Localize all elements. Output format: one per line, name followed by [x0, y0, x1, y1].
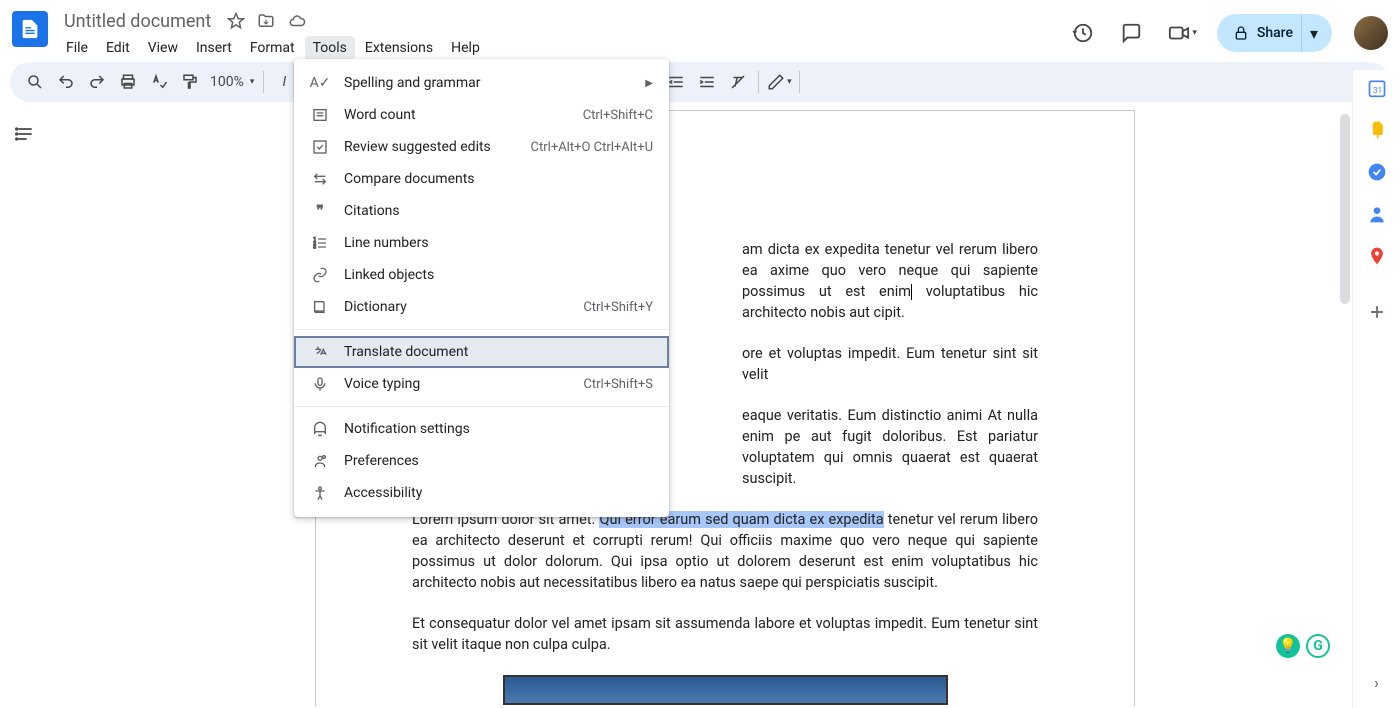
maps-icon[interactable]	[1367, 246, 1387, 266]
spellcheck-icon[interactable]	[144, 67, 174, 97]
line-numbers-icon: 123	[310, 235, 330, 251]
menu-file[interactable]: File	[58, 36, 96, 60]
meet-icon[interactable]	[1162, 16, 1203, 50]
history-icon[interactable]	[1066, 16, 1100, 50]
tools-citations[interactable]: ❞ Citations	[294, 195, 669, 227]
user-avatar[interactable]	[1354, 16, 1388, 50]
scrollbar[interactable]	[1340, 114, 1350, 304]
translate-icon	[310, 344, 330, 360]
grammarly-suggestion-icon[interactable]: 💡	[1276, 634, 1300, 658]
tools-preferences[interactable]: Preferences	[294, 445, 669, 477]
contacts-icon[interactable]	[1367, 204, 1387, 224]
review-icon	[310, 139, 330, 155]
accessibility-icon	[310, 485, 330, 501]
tools-accessibility[interactable]: Accessibility	[294, 477, 669, 509]
menu-bar: File Edit View Insert Format Tools Exten…	[58, 36, 1066, 60]
notification-icon	[310, 421, 330, 437]
zoom-select[interactable]: 100%	[206, 74, 258, 90]
compare-icon	[310, 171, 330, 187]
tools-line-numbers[interactable]: 123 Line numbers	[294, 227, 669, 259]
paint-format-icon[interactable]	[175, 67, 205, 97]
menu-format[interactable]: Format	[242, 36, 303, 60]
grammarly-icon[interactable]: G	[1306, 634, 1330, 658]
dictionary-icon	[310, 299, 330, 315]
tools-linked[interactable]: Linked objects	[294, 259, 669, 291]
menu-insert[interactable]: Insert	[188, 36, 240, 60]
spelling-icon: A✓	[310, 75, 330, 91]
tools-review[interactable]: Review suggested edits Ctrl+Alt+O Ctrl+A…	[294, 131, 669, 163]
tools-word-count[interactable]: Word count Ctrl+Shift+C	[294, 99, 669, 131]
submenu-arrow-icon: ▶	[645, 78, 653, 89]
tools-notification[interactable]: Notification settings	[294, 413, 669, 445]
svg-text:31: 31	[1372, 86, 1381, 96]
citations-icon: ❞	[310, 203, 330, 219]
menu-help[interactable]: Help	[443, 36, 488, 60]
side-panel: 31 ›	[1352, 70, 1400, 708]
move-icon[interactable]	[257, 12, 275, 30]
lock-icon	[1233, 25, 1249, 41]
comments-icon[interactable]	[1114, 16, 1148, 50]
preferences-icon	[310, 453, 330, 469]
docs-logo-icon[interactable]	[12, 11, 48, 47]
menu-tools[interactable]: Tools	[305, 36, 355, 60]
zoom-value: 100%	[210, 74, 244, 90]
body-paragraph[interactable]: Et consequatur dolor vel amet ipsam sit …	[412, 613, 1038, 655]
embedded-image[interactable]	[503, 675, 948, 705]
star-icon[interactable]	[227, 12, 245, 30]
cloud-status-icon[interactable]	[287, 12, 307, 30]
header: Untitled document File Edit View Insert …	[0, 0, 1400, 60]
menu-view[interactable]: View	[140, 36, 186, 60]
toolbar: 100% I U A 123	[10, 62, 1390, 102]
menu-extensions[interactable]: Extensions	[357, 36, 441, 60]
tools-dictionary[interactable]: Dictionary Ctrl+Shift+Y	[294, 291, 669, 323]
edit-mode-icon[interactable]	[764, 67, 794, 97]
outline-icon[interactable]	[15, 124, 35, 706]
svg-text:3: 3	[313, 244, 316, 250]
print-icon[interactable]	[113, 67, 143, 97]
tasks-icon[interactable]	[1367, 162, 1387, 182]
addons-icon[interactable]	[1367, 302, 1387, 322]
undo-icon[interactable]	[51, 67, 81, 97]
keep-icon[interactable]	[1367, 120, 1387, 140]
share-label: Share	[1257, 25, 1293, 41]
calendar-icon[interactable]: 31	[1367, 78, 1387, 98]
tools-voice[interactable]: Voice typing Ctrl+Shift+S	[294, 368, 669, 400]
tools-translate[interactable]: Translate document	[294, 336, 669, 368]
tools-dropdown: A✓ Spelling and grammar ▶ Word count Ctr…	[294, 59, 669, 517]
clear-format-icon[interactable]	[723, 67, 753, 97]
grammarly-widget[interactable]: 💡 G	[1276, 634, 1330, 658]
redo-icon[interactable]	[82, 67, 112, 97]
indent-increase-icon[interactable]	[692, 67, 722, 97]
document-title[interactable]: Untitled document	[58, 9, 217, 34]
linked-icon	[310, 267, 330, 283]
expand-panel-icon[interactable]: ›	[1374, 673, 1379, 692]
tools-spelling[interactable]: A✓ Spelling and grammar ▶	[294, 67, 669, 99]
share-button[interactable]: Share ▾	[1217, 14, 1332, 52]
share-dropdown-icon[interactable]: ▾	[1301, 14, 1326, 52]
word-count-icon	[310, 107, 330, 123]
tools-compare[interactable]: Compare documents	[294, 163, 669, 195]
voice-icon	[310, 376, 330, 392]
body-paragraph[interactable]: Lorem ipsum dolor sit amet. Qui error ea…	[412, 509, 1038, 593]
menu-edit[interactable]: Edit	[98, 36, 138, 60]
search-icon[interactable]	[20, 67, 50, 97]
